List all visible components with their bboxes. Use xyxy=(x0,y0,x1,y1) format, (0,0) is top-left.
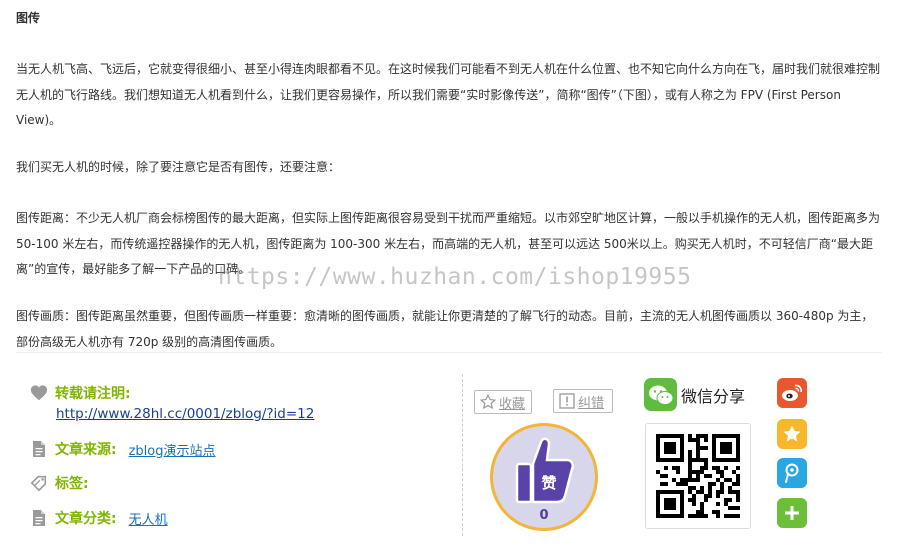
reprint-url-link[interactable]: http://www.28hl.cc/0001/zblog/?id=12 xyxy=(56,406,314,422)
qr-code xyxy=(645,423,751,529)
like-button[interactable]: 赞 0 xyxy=(490,423,598,531)
reprint-row: 转载请注明: xyxy=(30,383,131,403)
source-link[interactable]: zblog演示站点 xyxy=(129,440,216,459)
qr-code-icon xyxy=(656,434,740,518)
star-outline-icon xyxy=(480,394,496,410)
paragraph-buying-note: 我们买无人机的时候，除了要注意它是否有图传，还要注意： xyxy=(16,160,341,174)
more-share-icon xyxy=(785,506,799,520)
tags-label: 标签: xyxy=(55,476,89,492)
tag-icon xyxy=(30,475,47,492)
tags-row: 标签: xyxy=(30,473,89,493)
favorite-label: 收藏 xyxy=(499,396,526,412)
section-divider xyxy=(16,352,882,353)
paragraph-quality: 图传画质：图传距离虽然重要，但图传画质一样重要：愈清晰的图传画质，就能让你更清楚… xyxy=(16,309,874,349)
favorite-button[interactable]: 收藏 xyxy=(474,390,532,414)
weibo-icon xyxy=(782,384,802,401)
share-more-button[interactable] xyxy=(777,498,807,528)
document-icon xyxy=(33,441,45,457)
share-qzone-button[interactable] xyxy=(777,419,807,449)
vertical-divider xyxy=(462,374,463,536)
watermark-text: https://www.huzhan.com/ishop19955 xyxy=(218,264,692,290)
wechat-share-label: 微信分享 xyxy=(681,386,746,406)
report-error-button[interactable]: 纠错 xyxy=(553,389,613,413)
category-link[interactable]: 无人机 xyxy=(129,509,168,528)
qzone-icon xyxy=(783,425,801,442)
source-row: 文章来源: zblog演示站点 xyxy=(30,439,216,459)
source-label: 文章来源: xyxy=(55,442,117,458)
article-heading: 图传 xyxy=(16,11,41,25)
share-tencent-weibo-button[interactable] xyxy=(777,458,807,488)
category-row: 文章分类: 无人机 xyxy=(30,508,168,528)
wechat-icon xyxy=(644,378,677,411)
exclamation-icon xyxy=(559,393,575,409)
reprint-label: 转载请注明: xyxy=(55,386,131,402)
tencent-weibo-icon xyxy=(785,463,799,483)
category-label: 文章分类: xyxy=(55,511,117,527)
document-icon xyxy=(33,510,45,526)
thumbs-up-icon: 赞 xyxy=(515,437,575,504)
like-count: 0 xyxy=(539,508,549,523)
share-weibo-button[interactable] xyxy=(777,378,807,408)
wechat-share-button[interactable]: 微信分享 xyxy=(644,378,745,411)
like-badge-text: 赞 xyxy=(540,474,556,492)
report-error-label: 纠错 xyxy=(578,395,605,411)
heart-icon xyxy=(30,385,48,401)
paragraph-intro: 当无人机飞高、飞远后，它就变得很细小、甚至小得连肉眼都看不见。在这时候我们可能看… xyxy=(16,62,881,127)
